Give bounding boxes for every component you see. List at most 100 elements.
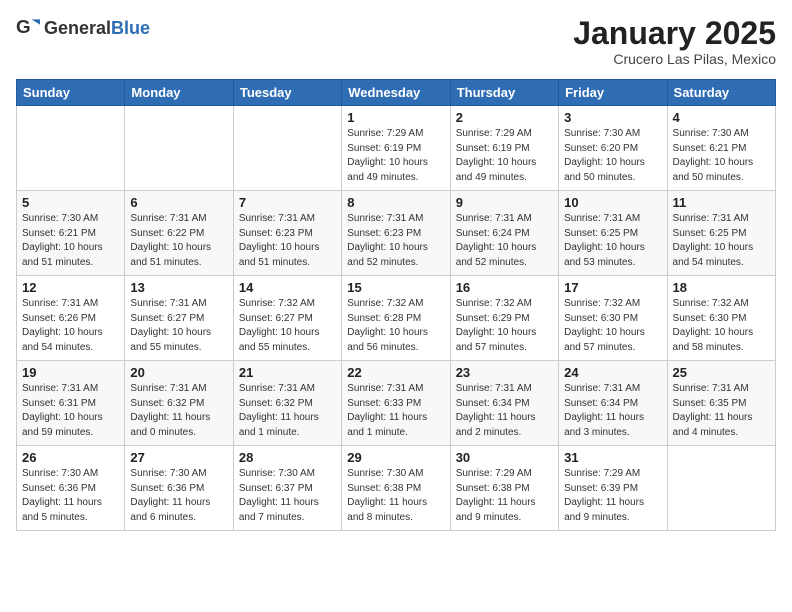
day-number: 5 <box>22 195 119 210</box>
day-number: 30 <box>456 450 553 465</box>
day-number: 28 <box>239 450 336 465</box>
day-number: 1 <box>347 110 444 125</box>
weekday-header: Saturday <box>667 80 775 106</box>
location-title: Crucero Las Pilas, Mexico <box>573 51 776 67</box>
calendar-week-row: 1 Sunrise: 7:29 AM Sunset: 6:19 PM Daylig… <box>17 106 776 191</box>
day-content: Sunrise: 7:32 AM Sunset: 6:28 PM Dayligh… <box>347 297 444 355</box>
day-content: Sunrise: 7:31 AM Sunset: 6:33 PM Dayligh… <box>347 382 444 440</box>
weekday-header: Monday <box>125 80 233 106</box>
calendar-week-row: 19 Sunrise: 7:31 AM Sunset: 6:31 PM Dayli… <box>17 361 776 446</box>
day-content: Sunrise: 7:31 AM Sunset: 6:25 PM Dayligh… <box>564 212 661 270</box>
day-content: Sunrise: 7:30 AM Sunset: 6:37 PM Dayligh… <box>239 467 336 525</box>
logo-icon: G <box>16 16 40 40</box>
day-number: 26 <box>22 450 119 465</box>
day-number: 10 <box>564 195 661 210</box>
calendar-cell: 5 Sunrise: 7:30 AM Sunset: 6:21 PM Daylig… <box>17 191 125 276</box>
day-content: Sunrise: 7:30 AM Sunset: 6:36 PM Dayligh… <box>22 467 119 525</box>
calendar-cell: 12 Sunrise: 7:31 AM Sunset: 6:26 PM Dayli… <box>17 276 125 361</box>
day-number: 8 <box>347 195 444 210</box>
day-number: 9 <box>456 195 553 210</box>
day-content: Sunrise: 7:30 AM Sunset: 6:20 PM Dayligh… <box>564 127 661 185</box>
calendar-cell <box>667 446 775 531</box>
day-number: 25 <box>673 365 770 380</box>
calendar-table: SundayMondayTuesdayWednesdayThursdayFrid… <box>16 79 776 531</box>
day-number: 22 <box>347 365 444 380</box>
day-content: Sunrise: 7:31 AM Sunset: 6:32 PM Dayligh… <box>130 382 227 440</box>
calendar-week-row: 5 Sunrise: 7:30 AM Sunset: 6:21 PM Daylig… <box>17 191 776 276</box>
calendar-cell: 15Sunrise: 7:32 AM Sunset: 6:28 PM Dayli… <box>342 276 450 361</box>
calendar-cell: 16 Sunrise: 7:32 AM Sunset: 6:29 PM Dayli… <box>450 276 558 361</box>
day-content: Sunrise: 7:31 AM Sunset: 6:35 PM Dayligh… <box>673 382 770 440</box>
calendar-cell <box>125 106 233 191</box>
calendar-cell: 27Sunrise: 7:30 AM Sunset: 6:36 PM Dayli… <box>125 446 233 531</box>
day-number: 16 <box>456 280 553 295</box>
calendar-cell: 17Sunrise: 7:32 AM Sunset: 6:30 PM Dayli… <box>559 276 667 361</box>
day-number: 18 <box>673 280 770 295</box>
calendar-cell: 7Sunrise: 7:31 AM Sunset: 6:23 PM Daylig… <box>233 191 341 276</box>
calendar-cell: 31Sunrise: 7:29 AM Sunset: 6:39 PM Dayli… <box>559 446 667 531</box>
calendar-cell: 10 Sunrise: 7:31 AM Sunset: 6:25 PM Dayli… <box>559 191 667 276</box>
day-number: 12 <box>22 280 119 295</box>
calendar-cell: 1 Sunrise: 7:29 AM Sunset: 6:19 PM Daylig… <box>342 106 450 191</box>
title-block: January 2025 Crucero Las Pilas, Mexico <box>573 16 776 67</box>
day-content: Sunrise: 7:32 AM Sunset: 6:29 PM Dayligh… <box>456 297 553 355</box>
day-content: Sunrise: 7:29 AM Sunset: 6:38 PM Dayligh… <box>456 467 553 525</box>
calendar-cell: 18 Sunrise: 7:32 AM Sunset: 6:30 PM Dayli… <box>667 276 775 361</box>
calendar-cell: 19 Sunrise: 7:31 AM Sunset: 6:31 PM Dayli… <box>17 361 125 446</box>
calendar-cell: 4Sunrise: 7:30 AM Sunset: 6:21 PM Daylig… <box>667 106 775 191</box>
day-number: 23 <box>456 365 553 380</box>
day-content: Sunrise: 7:30 AM Sunset: 6:36 PM Dayligh… <box>130 467 227 525</box>
logo-text-blue: Blue <box>111 18 150 38</box>
day-number: 19 <box>22 365 119 380</box>
day-content: Sunrise: 7:31 AM Sunset: 6:27 PM Dayligh… <box>130 297 227 355</box>
page-header: G GeneralBlue January 2025 Crucero Las P… <box>16 16 776 67</box>
day-number: 6 <box>130 195 227 210</box>
day-content: Sunrise: 7:29 AM Sunset: 6:39 PM Dayligh… <box>564 467 661 525</box>
day-number: 2 <box>456 110 553 125</box>
calendar-cell: 14Sunrise: 7:32 AM Sunset: 6:27 PM Dayli… <box>233 276 341 361</box>
calendar-week-row: 12 Sunrise: 7:31 AM Sunset: 6:26 PM Dayli… <box>17 276 776 361</box>
day-content: Sunrise: 7:31 AM Sunset: 6:26 PM Dayligh… <box>22 297 119 355</box>
calendar-cell: 6Sunrise: 7:31 AM Sunset: 6:22 PM Daylig… <box>125 191 233 276</box>
calendar-cell <box>17 106 125 191</box>
day-content: Sunrise: 7:31 AM Sunset: 6:31 PM Dayligh… <box>22 382 119 440</box>
day-number: 7 <box>239 195 336 210</box>
calendar-cell: 30 Sunrise: 7:29 AM Sunset: 6:38 PM Dayli… <box>450 446 558 531</box>
calendar-cell: 20 Sunrise: 7:31 AM Sunset: 6:32 PM Dayli… <box>125 361 233 446</box>
day-number: 3 <box>564 110 661 125</box>
day-content: Sunrise: 7:32 AM Sunset: 6:30 PM Dayligh… <box>673 297 770 355</box>
calendar-cell: 25 Sunrise: 7:31 AM Sunset: 6:35 PM Dayli… <box>667 361 775 446</box>
day-number: 14 <box>239 280 336 295</box>
logo: G GeneralBlue <box>16 16 150 40</box>
day-number: 11 <box>673 195 770 210</box>
calendar-cell: 24 Sunrise: 7:31 AM Sunset: 6:34 PM Dayli… <box>559 361 667 446</box>
day-content: Sunrise: 7:30 AM Sunset: 6:21 PM Dayligh… <box>22 212 119 270</box>
calendar-cell: 2 Sunrise: 7:29 AM Sunset: 6:19 PM Daylig… <box>450 106 558 191</box>
day-content: Sunrise: 7:31 AM Sunset: 6:24 PM Dayligh… <box>456 212 553 270</box>
day-content: Sunrise: 7:29 AM Sunset: 6:19 PM Dayligh… <box>456 127 553 185</box>
calendar-cell <box>233 106 341 191</box>
weekday-header: Tuesday <box>233 80 341 106</box>
calendar-cell: 13Sunrise: 7:31 AM Sunset: 6:27 PM Dayli… <box>125 276 233 361</box>
day-number: 29 <box>347 450 444 465</box>
day-content: Sunrise: 7:31 AM Sunset: 6:34 PM Dayligh… <box>564 382 661 440</box>
calendar-cell: 22 Sunrise: 7:31 AM Sunset: 6:33 PM Dayli… <box>342 361 450 446</box>
calendar-cell: 29 Sunrise: 7:30 AM Sunset: 6:38 PM Dayli… <box>342 446 450 531</box>
calendar-cell: 23Sunrise: 7:31 AM Sunset: 6:34 PM Dayli… <box>450 361 558 446</box>
weekday-header: Friday <box>559 80 667 106</box>
calendar-cell: 3 Sunrise: 7:30 AM Sunset: 6:20 PM Daylig… <box>559 106 667 191</box>
day-content: Sunrise: 7:31 AM Sunset: 6:25 PM Dayligh… <box>673 212 770 270</box>
calendar-cell: 11 Sunrise: 7:31 AM Sunset: 6:25 PM Dayli… <box>667 191 775 276</box>
day-content: Sunrise: 7:30 AM Sunset: 6:38 PM Dayligh… <box>347 467 444 525</box>
day-number: 20 <box>130 365 227 380</box>
day-content: Sunrise: 7:29 AM Sunset: 6:19 PM Dayligh… <box>347 127 444 185</box>
day-content: Sunrise: 7:31 AM Sunset: 6:23 PM Dayligh… <box>347 212 444 270</box>
day-number: 24 <box>564 365 661 380</box>
calendar-cell: 8 Sunrise: 7:31 AM Sunset: 6:23 PM Daylig… <box>342 191 450 276</box>
calendar-cell: 26 Sunrise: 7:30 AM Sunset: 6:36 PM Dayli… <box>17 446 125 531</box>
day-number: 21 <box>239 365 336 380</box>
weekday-header: Sunday <box>17 80 125 106</box>
svg-text:G: G <box>16 16 31 37</box>
month-title: January 2025 <box>573 16 776 51</box>
day-content: Sunrise: 7:31 AM Sunset: 6:32 PM Dayligh… <box>239 382 336 440</box>
